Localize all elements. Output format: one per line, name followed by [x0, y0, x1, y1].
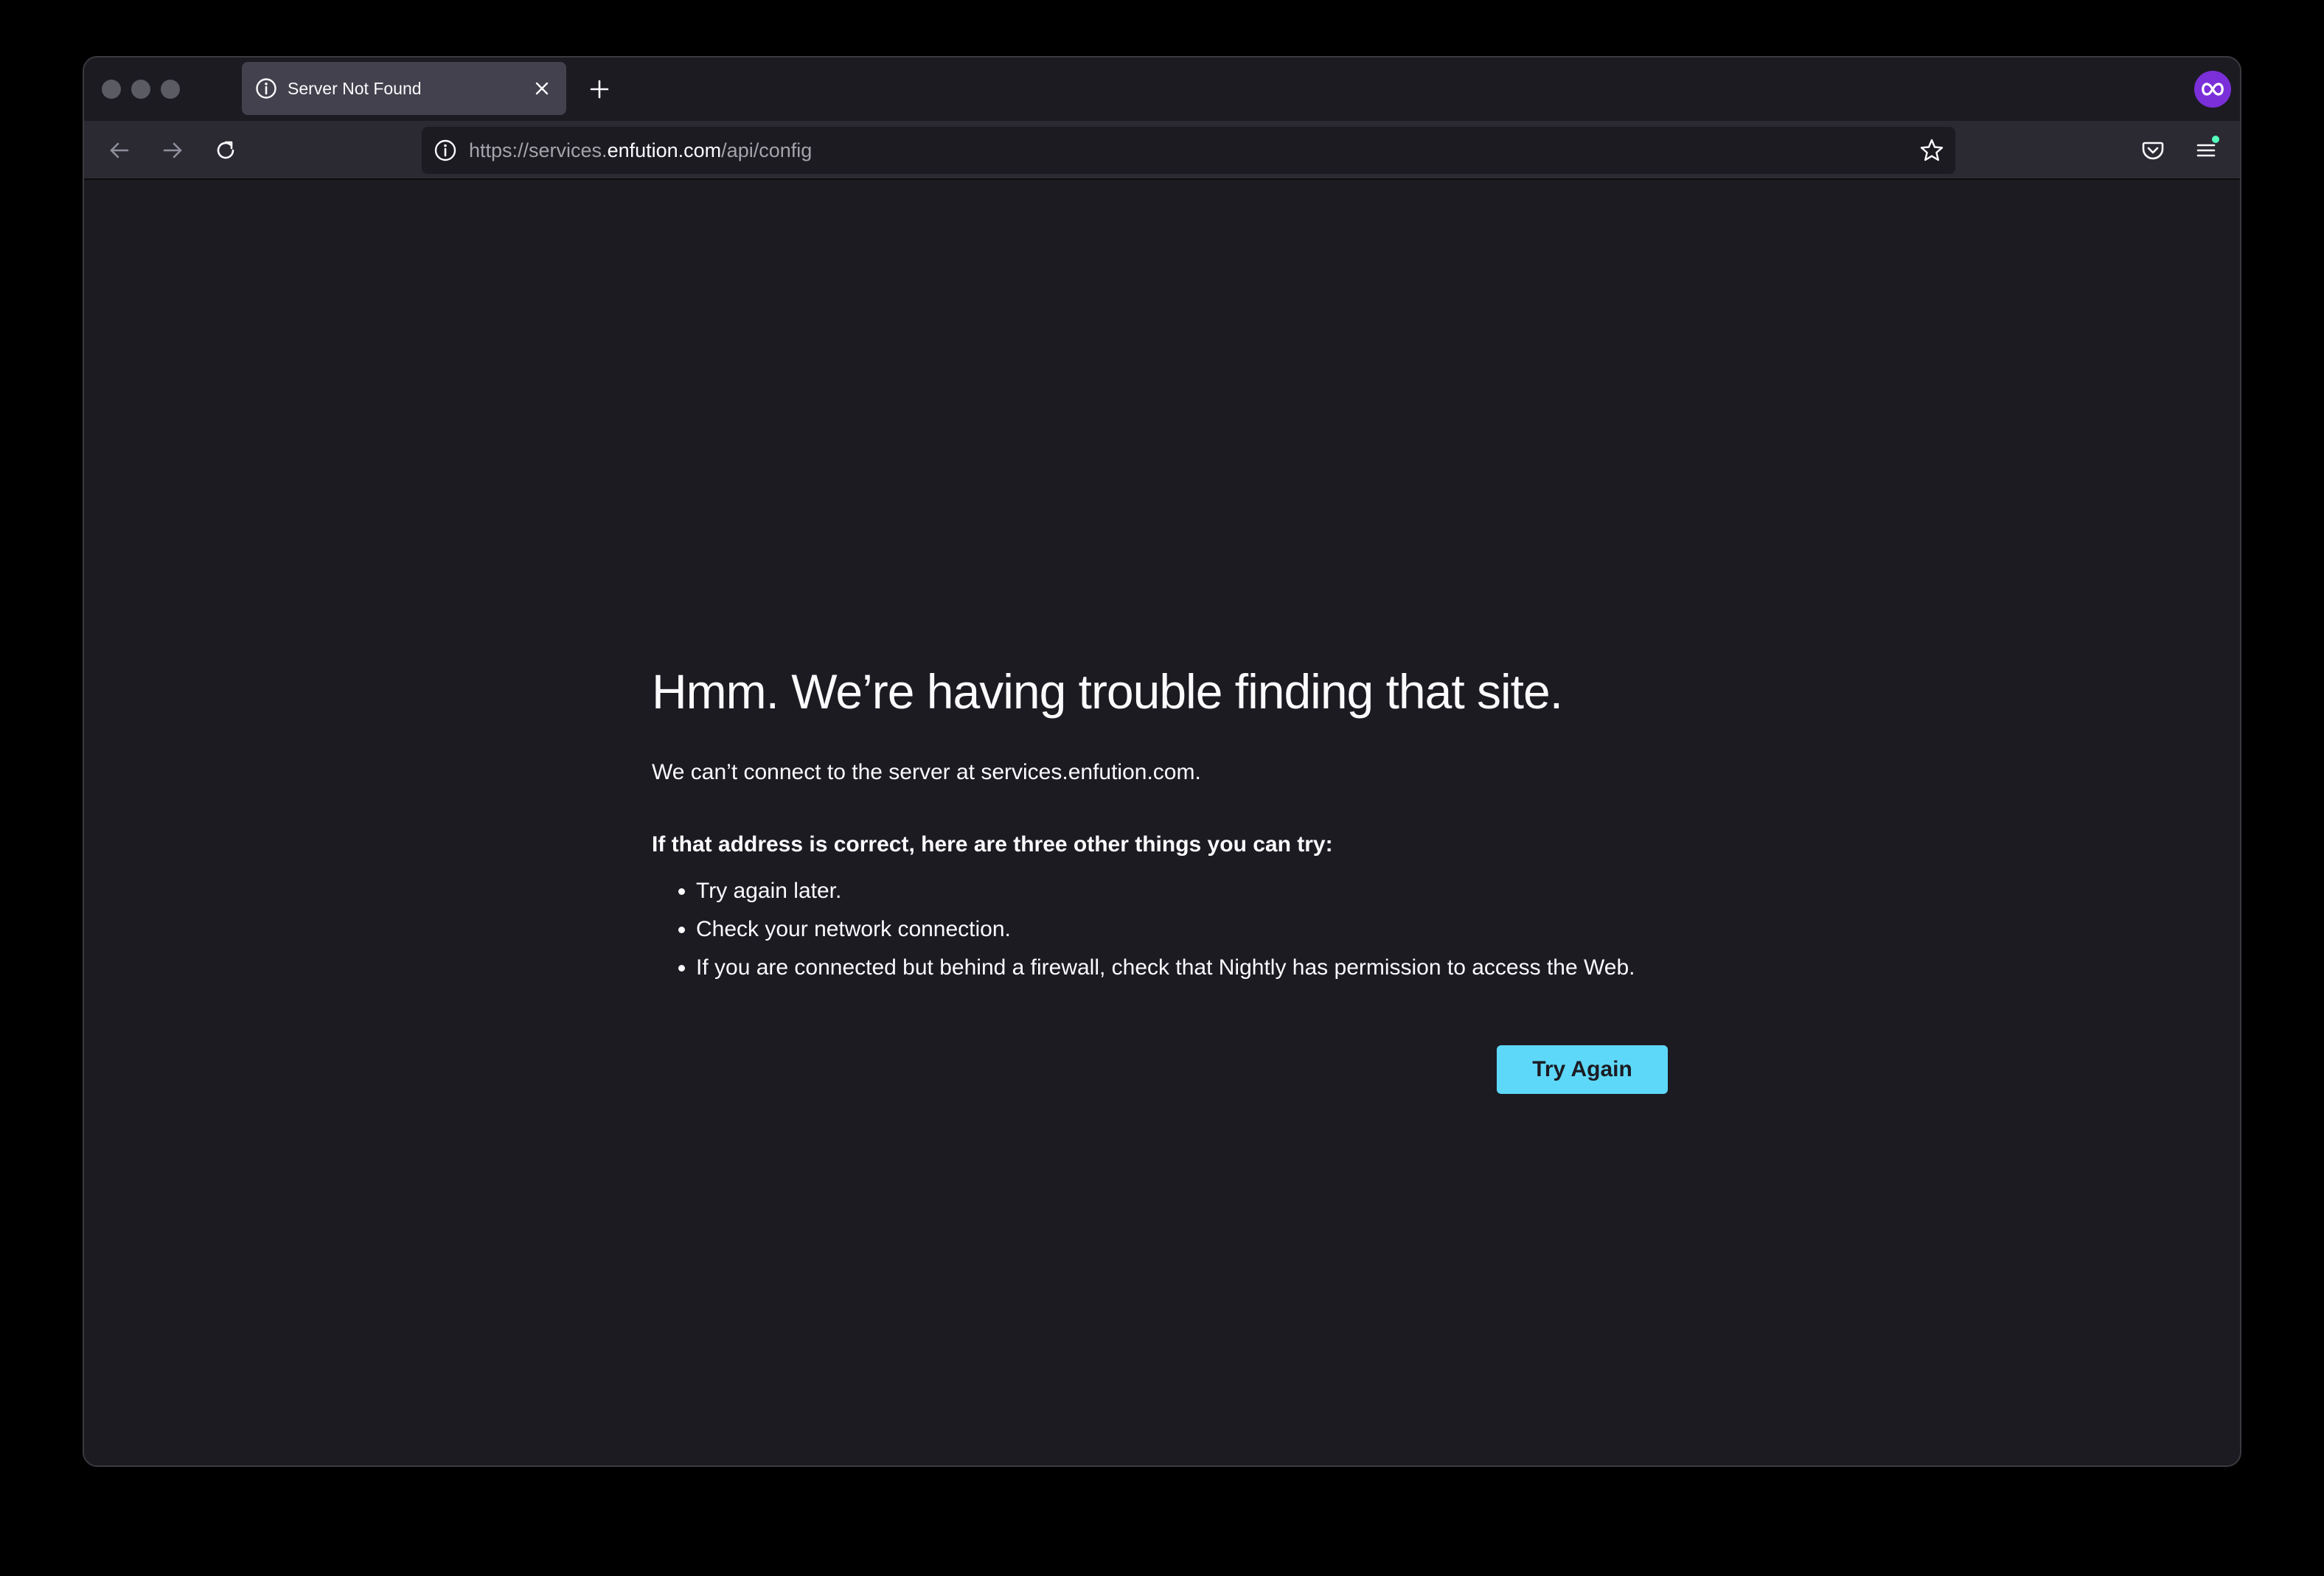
zoom-window-button[interactable] [161, 80, 180, 99]
update-badge [2212, 136, 2219, 143]
error-description: We can’t connect to the server at servic… [652, 759, 1201, 784]
reload-button[interactable] [206, 131, 245, 170]
tab-title: Server Not Found [288, 78, 422, 98]
url-path: /api/config [721, 139, 813, 161]
pocket-icon[interactable] [2134, 131, 2172, 170]
error-title: Hmm. We’re having trouble finding that s… [652, 664, 1563, 719]
close-tab-icon[interactable] [529, 76, 554, 101]
forward-button[interactable] [153, 131, 192, 170]
suggestions-list: Try again later. Check your network conn… [652, 872, 1758, 987]
browser-window: Server Not Found https://services.enfuti… [83, 56, 2241, 1467]
url-bar[interactable]: https://services.enfution.com/api/config [422, 127, 1955, 174]
back-arrow-icon [110, 142, 129, 158]
navigation-toolbar: https://services.enfution.com/api/config [84, 121, 2240, 180]
tab-strip: Server Not Found [84, 57, 2240, 121]
suggestion-item: Try again later. [696, 872, 1758, 910]
minimize-window-button[interactable] [131, 80, 150, 99]
suggestion-item: If you are connected but behind a firewa… [696, 949, 1758, 987]
suggestion-item: Check your network connection. [696, 910, 1758, 949]
url-prefix: https://services. [469, 139, 608, 161]
bookmark-star-icon[interactable] [1914, 133, 1949, 168]
reload-icon [217, 141, 234, 159]
suggestions-heading: If that address is correct, here are thr… [652, 831, 1333, 857]
info-icon [254, 76, 279, 101]
try-again-button[interactable]: Try Again [1497, 1045, 1668, 1094]
close-window-button[interactable] [102, 80, 121, 99]
back-button[interactable] [100, 131, 139, 170]
plus-icon [590, 80, 609, 99]
site-info-icon[interactable] [431, 136, 460, 165]
new-tab-button[interactable] [582, 72, 616, 106]
account-icon[interactable] [2194, 71, 2231, 108]
url-text[interactable]: https://services.enfution.com/api/config [469, 139, 1914, 162]
url-host: enfution.com [607, 139, 722, 161]
error-container: Hmm. We’re having trouble finding that s… [652, 665, 1758, 987]
page-content: Hmm. We’re having trouble finding that s… [84, 181, 2240, 1465]
forward-arrow-icon [163, 142, 182, 158]
tab-server-not-found[interactable]: Server Not Found [242, 62, 566, 115]
app-menu-button[interactable] [2187, 131, 2225, 170]
